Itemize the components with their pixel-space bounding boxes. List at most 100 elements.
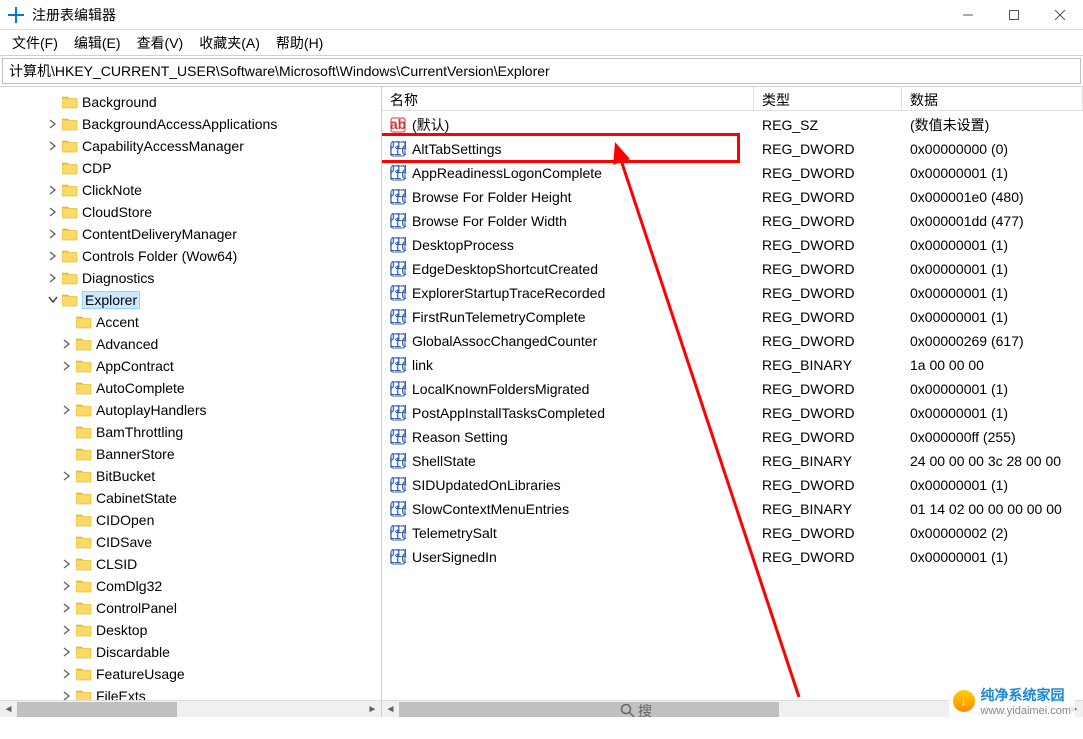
registry-value-row[interactable]: 011110SlowContextMenuEntriesREG_BINARY01… xyxy=(382,497,1083,521)
value-data: 0x000001e0 (480) xyxy=(902,189,1083,205)
expander-icon[interactable] xyxy=(60,469,74,483)
expander-icon[interactable] xyxy=(60,447,74,461)
tree-pane[interactable]: BackgroundBackgroundAccessApplicationsCa… xyxy=(0,87,382,717)
tree-item[interactable]: AppContract xyxy=(4,355,381,377)
expander-icon[interactable] xyxy=(60,337,74,351)
tree-item[interactable]: CIDSave xyxy=(4,531,381,553)
tree-item[interactable]: Desktop xyxy=(4,619,381,641)
expander-icon[interactable] xyxy=(60,513,74,527)
expander-icon[interactable] xyxy=(46,161,60,175)
tree-item[interactable]: ContentDeliveryManager xyxy=(4,223,381,245)
tree-item[interactable]: BackgroundAccessApplications xyxy=(4,113,381,135)
expander-icon[interactable] xyxy=(60,403,74,417)
tree-item[interactable]: CabinetState xyxy=(4,487,381,509)
tree-item[interactable]: AutoplayHandlers xyxy=(4,399,381,421)
svg-text:110: 110 xyxy=(390,238,406,253)
tree-item[interactable]: Accent xyxy=(4,311,381,333)
column-header-data[interactable]: 数据 xyxy=(902,87,1083,110)
column-header-name[interactable]: 名称 xyxy=(382,87,754,110)
tree-item[interactable]: CloudStore xyxy=(4,201,381,223)
registry-value-row[interactable]: 011110GlobalAssocChangedCounterREG_DWORD… xyxy=(382,329,1083,353)
expander-icon[interactable] xyxy=(46,205,60,219)
scroll-right-button[interactable]: ► xyxy=(364,701,381,718)
expander-icon[interactable] xyxy=(60,645,74,659)
expander-icon[interactable] xyxy=(46,249,60,263)
close-button[interactable] xyxy=(1037,0,1083,30)
expander-icon[interactable] xyxy=(46,227,60,241)
expander-icon[interactable] xyxy=(60,315,74,329)
scroll-left-button[interactable]: ◄ xyxy=(0,701,17,718)
registry-value-row[interactable]: 011110Reason SettingREG_DWORD0x000000ff … xyxy=(382,425,1083,449)
registry-value-row[interactable]: 011110PostAppInstallTasksCompletedREG_DW… xyxy=(382,401,1083,425)
value-icon: 011110 xyxy=(390,189,406,205)
tree-item[interactable]: FeatureUsage xyxy=(4,663,381,685)
tree-item[interactable]: Explorer xyxy=(4,289,381,311)
tree-item[interactable]: BitBucket xyxy=(4,465,381,487)
tree-item[interactable]: CapabilityAccessManager xyxy=(4,135,381,157)
registry-value-row[interactable]: 011110Browse For Folder HeightREG_DWORD0… xyxy=(382,185,1083,209)
tree-item[interactable]: BamThrottling xyxy=(4,421,381,443)
expander-icon[interactable] xyxy=(46,117,60,131)
menu-favorites[interactable]: 收藏夹(A) xyxy=(191,30,268,56)
folder-icon xyxy=(76,337,92,351)
registry-value-row[interactable]: 011110TelemetrySaltREG_DWORD0x00000002 (… xyxy=(382,521,1083,545)
registry-value-row[interactable]: 011110SIDUpdatedOnLibrariesREG_DWORD0x00… xyxy=(382,473,1083,497)
expander-icon[interactable] xyxy=(46,139,60,153)
list-pane[interactable]: 名称 类型 数据 ab(默认)REG_SZ(数值未设置)011110AltTab… xyxy=(382,87,1083,717)
expander-icon[interactable] xyxy=(46,271,60,285)
expander-icon[interactable] xyxy=(60,535,74,549)
minimize-button[interactable] xyxy=(945,0,991,30)
registry-value-row[interactable]: 011110LocalKnownFoldersMigratedREG_DWORD… xyxy=(382,377,1083,401)
expander-icon[interactable] xyxy=(60,579,74,593)
expander-icon[interactable] xyxy=(46,293,60,307)
value-icon: 011110 xyxy=(390,381,406,397)
expander-icon[interactable] xyxy=(60,667,74,681)
value-icon: 011110 xyxy=(390,141,406,157)
menu-edit[interactable]: 编辑(E) xyxy=(66,30,129,56)
menu-help[interactable]: 帮助(H) xyxy=(268,30,331,56)
tree-item[interactable]: Diagnostics xyxy=(4,267,381,289)
registry-value-row[interactable]: 011110UserSignedInREG_DWORD0x00000001 (1… xyxy=(382,545,1083,569)
value-name: Reason Setting xyxy=(412,429,508,445)
expander-icon[interactable] xyxy=(60,557,74,571)
tree-item[interactable]: Advanced xyxy=(4,333,381,355)
registry-value-row[interactable]: 011110AppReadinessLogonCompleteREG_DWORD… xyxy=(382,161,1083,185)
registry-value-row[interactable]: 011110Browse For Folder WidthREG_DWORD0x… xyxy=(382,209,1083,233)
tree-scrollbar-h[interactable]: ◄ ► xyxy=(0,700,381,717)
menu-view[interactable]: 查看(V) xyxy=(129,30,192,56)
tree-item[interactable]: AutoComplete xyxy=(4,377,381,399)
expander-icon[interactable] xyxy=(46,95,60,109)
expander-icon[interactable] xyxy=(60,601,74,615)
scroll-left-button[interactable]: ◄ xyxy=(382,701,399,718)
registry-value-row[interactable]: 011110ShellStateREG_BINARY24 00 00 00 3c… xyxy=(382,449,1083,473)
tree-item[interactable]: ClickNote xyxy=(4,179,381,201)
tree-item[interactable]: CLSID xyxy=(4,553,381,575)
tree-item[interactable]: Controls Folder (Wow64) xyxy=(4,245,381,267)
registry-value-row[interactable]: 011110DesktopProcessREG_DWORD0x00000001 … xyxy=(382,233,1083,257)
value-icon: 011110 xyxy=(390,213,406,229)
tree-item[interactable]: CDP xyxy=(4,157,381,179)
registry-value-row[interactable]: 011110linkREG_BINARY1a 00 00 00 xyxy=(382,353,1083,377)
expander-icon[interactable] xyxy=(60,359,74,373)
expander-icon[interactable] xyxy=(46,183,60,197)
expander-icon[interactable] xyxy=(60,623,74,637)
tree-item[interactable]: Discardable xyxy=(4,641,381,663)
tree-item[interactable]: CIDOpen xyxy=(4,509,381,531)
registry-value-row[interactable]: 011110ExplorerStartupTraceRecordedREG_DW… xyxy=(382,281,1083,305)
tree-item[interactable]: ControlPanel xyxy=(4,597,381,619)
tree-item[interactable]: Background xyxy=(4,91,381,113)
registry-value-row[interactable]: 011110AltTabSettingsREG_DWORD0x00000000 … xyxy=(382,137,1083,161)
menu-file[interactable]: 文件(F) xyxy=(4,30,66,56)
maximize-button[interactable] xyxy=(991,0,1037,30)
value-icon: 011110 xyxy=(390,357,406,373)
registry-value-row[interactable]: ab(默认)REG_SZ(数值未设置) xyxy=(382,113,1083,137)
tree-item[interactable]: BannerStore xyxy=(4,443,381,465)
tree-item[interactable]: ComDlg32 xyxy=(4,575,381,597)
column-header-type[interactable]: 类型 xyxy=(754,87,902,110)
expander-icon[interactable] xyxy=(60,491,74,505)
registry-value-row[interactable]: 011110EdgeDesktopShortcutCreatedREG_DWOR… xyxy=(382,257,1083,281)
registry-value-row[interactable]: 011110FirstRunTelemetryCompleteREG_DWORD… xyxy=(382,305,1083,329)
expander-icon[interactable] xyxy=(60,381,74,395)
expander-icon[interactable] xyxy=(60,425,74,439)
address-bar[interactable]: 计算机\HKEY_CURRENT_USER\Software\Microsoft… xyxy=(2,58,1081,84)
